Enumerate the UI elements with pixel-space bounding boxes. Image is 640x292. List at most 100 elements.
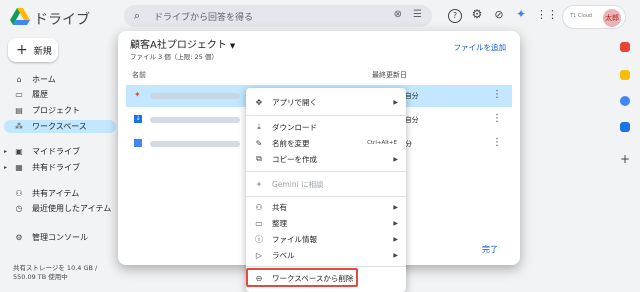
column-header-name[interactable]: 名前 xyxy=(132,70,146,80)
rename-shortcut: Ctrl+Alt+E xyxy=(367,140,397,146)
sidebar-item-label: マイドライブ xyxy=(32,147,80,156)
account-switcher[interactable]: T1 Cloud 太郎 xyxy=(562,5,626,29)
menu-divider xyxy=(246,115,406,116)
menu-item-label: 整理 xyxy=(272,218,287,228)
admin-icon: ⚙ xyxy=(15,233,23,242)
done-button[interactable]: 完了 xyxy=(482,244,498,255)
search-options-icon[interactable]: ☰ xyxy=(413,9,422,20)
avatar[interactable]: 太郎 xyxy=(603,9,621,27)
move-arrows-icon: ✥ xyxy=(255,97,263,107)
clear-search-icon[interactable]: ⊗ xyxy=(394,9,402,20)
chevron-down-icon: ▼ xyxy=(229,42,236,50)
sidebar-item-shared-drive[interactable]: ▸ ▦ 共有ドライブ xyxy=(4,161,116,174)
menu-item-label: コピーを作成 xyxy=(272,154,317,164)
menu-item-label: 名前を変更 xyxy=(272,138,310,148)
history-icon: ▭ xyxy=(15,90,23,99)
sidebar-item-workspace[interactable]: ⁂ ワークスペース xyxy=(4,120,116,133)
new-button[interactable]: + 新規 xyxy=(8,38,58,62)
new-button-label: 新規 xyxy=(33,46,52,57)
search-spark-icon: ⌕ xyxy=(134,9,141,22)
menu-divider xyxy=(246,266,406,267)
dialog-title-text: 顧客A社プロジェクト xyxy=(130,40,227,51)
label-icon: ▷ xyxy=(255,250,263,260)
menu-item-label: ファイル情報 xyxy=(272,234,317,244)
sidebar-item-home[interactable]: ⌂ ホーム xyxy=(4,73,116,86)
drive-logo-icon[interactable] xyxy=(10,8,30,26)
dialog-subtitle: ファイル 3 個（上限: 25 個） xyxy=(130,53,218,61)
copy-icon: ⧉ xyxy=(256,154,262,163)
sidebar-item-label: 共有アイテム xyxy=(32,189,80,198)
folder-move-icon: ▭ xyxy=(255,218,263,228)
column-header-modified[interactable]: 最終更新日 xyxy=(372,70,407,80)
sidebar-item-project[interactable]: ▤ プロジェクト xyxy=(4,104,116,117)
plus-icon: + xyxy=(16,42,28,58)
more-options-icon[interactable]: ⋮ xyxy=(492,89,502,100)
menu-divider xyxy=(246,196,406,197)
submenu-arrow-icon: ▶ xyxy=(393,251,398,259)
apps-grid-icon[interactable]: ⋮⋮ xyxy=(536,9,558,23)
help-icon[interactable]: ? xyxy=(448,9,462,23)
download-icon: ⤓ xyxy=(257,122,261,131)
dialog-title[interactable]: 顧客A社プロジェクト ▼ xyxy=(130,36,235,51)
menu-item-download[interactable]: ⤓ ダウンロード xyxy=(246,120,406,134)
search-bar[interactable]: ⌕ ドライブから回答を得る ⊗ ☰ xyxy=(124,5,432,27)
menu-item-label: ラベル xyxy=(272,250,295,260)
redacted-filename xyxy=(150,93,240,99)
menu-item-copy[interactable]: ⧉ コピーを作成 ▶ xyxy=(246,152,406,166)
submenu-arrow-icon: ▶ xyxy=(393,98,398,106)
storage-line-2: 550.09 TB 使用中 xyxy=(13,273,68,281)
account-org: T1 Cloud xyxy=(570,13,593,19)
contacts-icon[interactable] xyxy=(620,122,630,132)
sidebar-item-label: 最近使用したアイテム xyxy=(32,204,112,213)
add-addon-icon[interactable]: + xyxy=(620,153,630,165)
calendar-icon[interactable] xyxy=(620,42,630,52)
menu-item-label-tag[interactable]: ▷ ラベル ▶ xyxy=(246,248,406,262)
menu-item-open-with[interactable]: ✥ アプリで開く ▶ xyxy=(246,95,406,109)
sidebar-item-label: プロジェクト xyxy=(32,106,80,115)
menu-item-file-info[interactable]: ⓘ ファイル情報 ▶ xyxy=(246,232,406,246)
menu-item-gemini: ✦ Gemini に相談 xyxy=(246,177,406,191)
expand-caret-icon[interactable]: ▸ xyxy=(4,148,7,155)
home-icon: ⌂ xyxy=(16,75,22,84)
top-bar: ドライブ ⌕ ドライブから回答を得る ⊗ ☰ ? ⚙ ⊘ ✦ ⋮⋮ T1 Clo… xyxy=(0,0,640,34)
menu-item-rename[interactable]: ✎ 名前を変更 Ctrl+Alt+E xyxy=(246,136,406,150)
context-menu: ✥ アプリで開く ▶ ⤓ ダウンロード ✎ 名前を変更 Ctrl+Alt+E ⧉… xyxy=(246,88,406,292)
redacted-filename xyxy=(150,117,240,123)
add-file-button[interactable]: ファイルを追加 xyxy=(454,42,507,53)
app-title[interactable]: ドライブ xyxy=(34,9,90,29)
offline-icon[interactable]: ⊘ xyxy=(492,9,506,23)
submenu-arrow-icon: ▶ xyxy=(393,219,398,227)
sidebar-item-shared[interactable]: ⚇ 共有アイテム xyxy=(4,187,116,200)
gemini-icon[interactable]: ✦ xyxy=(514,8,528,23)
menu-item-label: ダウンロード xyxy=(272,122,317,132)
menu-item-label: Gemini に相談 xyxy=(272,179,324,189)
info-icon: ⓘ xyxy=(255,234,263,244)
sidebar-item-admin[interactable]: ⚙ 管理コンソール xyxy=(4,231,116,244)
storage-usage: 共有ストレージを 10.4 GB / 550.09 TB 使用中 xyxy=(13,264,97,282)
storage-line-1: 共有ストレージを 10.4 GB / xyxy=(13,264,98,272)
submenu-arrow-icon: ▶ xyxy=(393,203,398,211)
project-icon: ▤ xyxy=(15,106,23,115)
shared-icon: ⚇ xyxy=(15,189,23,198)
highlight-annotation xyxy=(246,268,358,287)
my-drive-icon: ▣ xyxy=(15,147,23,156)
gemini-file-icon: ✦ xyxy=(134,90,141,99)
settings-icon[interactable]: ⚙ xyxy=(470,8,484,23)
sidebar-item-label: 履歴 xyxy=(32,90,48,99)
tasks-icon[interactable] xyxy=(620,96,630,106)
expand-caret-icon[interactable]: ▸ xyxy=(4,164,7,171)
menu-item-share[interactable]: ⚇ 共有 ▶ xyxy=(246,200,406,214)
menu-item-label: アプリで開く xyxy=(272,97,317,107)
search-input[interactable]: ドライブから回答を得る xyxy=(154,10,253,23)
sidebar-item-recent[interactable]: ◷ 最近使用したアイテム xyxy=(4,202,116,215)
more-options-icon[interactable]: ⋮ xyxy=(492,113,502,124)
shared-drive-icon: ▦ xyxy=(15,163,23,172)
person-add-icon: ⚇ xyxy=(255,202,263,212)
sidebar-item-history[interactable]: ▭ 履歴 xyxy=(4,88,116,101)
sidebar-item-label: ホーム xyxy=(32,75,56,84)
sidebar-item-label: ワークスペース xyxy=(32,122,87,131)
keep-icon[interactable] xyxy=(620,70,630,80)
sidebar-item-my-drive[interactable]: ▸ ▣ マイドライブ xyxy=(4,145,116,158)
menu-item-organize[interactable]: ▭ 整理 ▶ xyxy=(246,216,406,230)
more-options-icon[interactable]: ⋮ xyxy=(492,137,502,148)
